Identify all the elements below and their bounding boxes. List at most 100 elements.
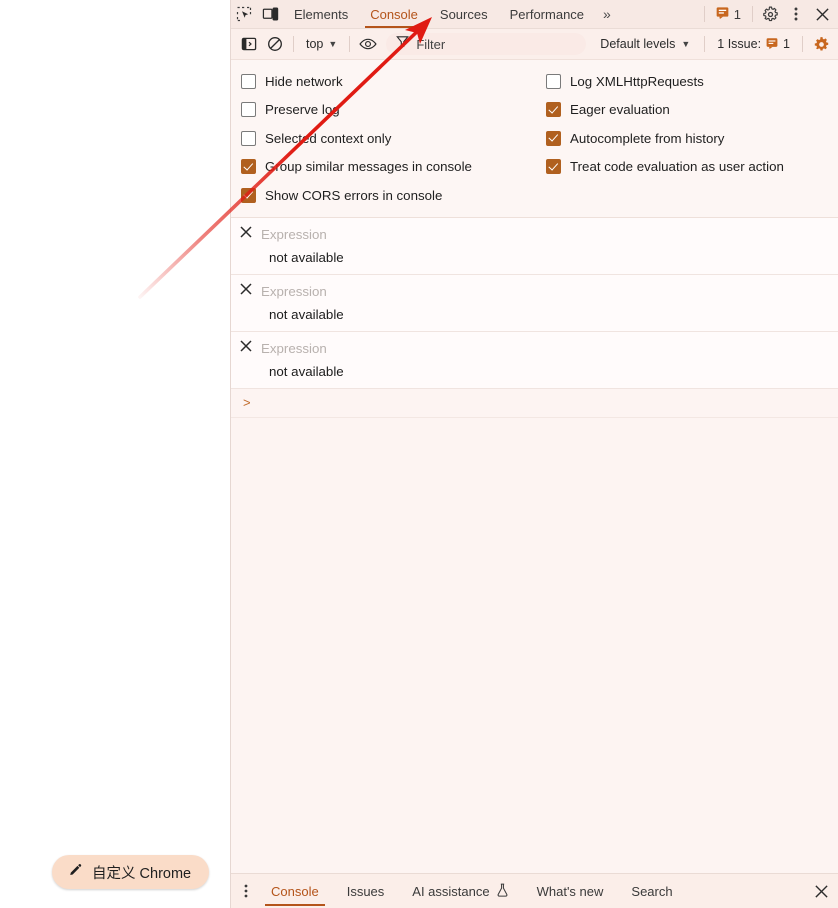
devtools-panel: Elements Console Sources Performance » 1… [230,0,838,908]
console-message-header: Expression [239,226,831,244]
execution-context-label: top [306,37,324,51]
console-message-row[interactable]: Expression not available [231,274,838,332]
drawer-tab-search-label: Search [631,883,673,899]
checkbox-icon[interactable] [546,102,561,118]
live-expression-value: not available [269,306,344,322]
setting-show-cors-errors[interactable]: Show CORS errors in console [231,181,536,210]
tab-console-label: Console [370,6,418,22]
drawer-tab-whats-new[interactable]: What's new [523,874,618,908]
setting-label: Show CORS errors in console [265,187,443,203]
drawer-tab-issues[interactable]: Issues [333,874,399,908]
tab-console[interactable]: Console [359,0,429,28]
close-x-icon[interactable] [239,225,253,244]
live-expression-title: Expression [261,284,327,299]
console-message-row[interactable]: Expression not available [231,331,838,389]
web-page-area: 自定义 Chrome [0,0,230,908]
more-tabs-label: » [603,6,611,22]
execution-context-dropdown[interactable]: top ▼ [300,33,343,55]
drawer-tab-console[interactable]: Console [257,874,333,908]
console-message-header: Expression [239,340,831,358]
filterbar-divider-2 [349,36,351,52]
issues-badge-icon [766,37,778,52]
checkbox-icon[interactable] [546,73,561,89]
setting-label: Hide network [265,73,343,89]
live-expression-title: Expression [261,227,327,242]
tab-performance-label: Performance [509,6,585,22]
close-icon[interactable] [807,874,835,908]
tab-elements[interactable]: Elements [283,0,359,28]
issues-link[interactable]: 1 Issue: 1 [711,37,796,52]
checkbox-icon[interactable] [546,159,561,175]
drawer-tab-ai-assistance[interactable]: AI assistance [398,874,522,908]
tabstrip-divider-2 [752,6,753,22]
filter-input[interactable]: Filter [386,33,587,55]
console-settings-gear-icon[interactable] [809,32,833,56]
chevron-down-icon: ▼ [328,38,338,49]
setting-label: Selected context only [265,130,392,146]
checkbox-icon[interactable] [241,130,256,146]
issues-badge-count: 1 [733,6,741,22]
kebab-menu-icon[interactable] [783,1,809,27]
setting-empty-slot [536,181,838,210]
tab-sources[interactable]: Sources [429,0,499,28]
issues-link-label: 1 Issue: [717,37,762,51]
setting-label: Group similar messages in console [265,159,472,175]
close-x-icon[interactable] [239,339,253,358]
filterbar-divider-1 [293,36,294,52]
clear-console-icon[interactable] [263,32,287,56]
setting-label: Autocomplete from history [570,130,725,146]
setting-selected-context-only[interactable]: Selected context only [231,124,536,153]
drawer-tab-issues-label: Issues [346,883,385,899]
console-message-list[interactable]: Expression not available Expression not … [231,217,838,873]
tab-elements-label: Elements [294,6,349,22]
console-settings-panel: Hide network Preserve log Selected conte… [231,60,838,218]
setting-label: Eager evaluation [570,102,670,118]
setting-autocomplete-from-history[interactable]: Autocomplete from history [536,124,838,153]
devtools-tabstrip: Elements Console Sources Performance » 1 [231,0,838,29]
setting-treat-code-evaluation-as-user-action[interactable]: Treat code evaluation as user action [536,153,838,182]
setting-preserve-log[interactable]: Preserve log [231,96,536,125]
console-prompt[interactable]: > [231,388,838,418]
live-expression-value: not available [269,249,344,265]
devtools-drawer-tabstrip: Console Issues AI assistance What's new … [231,873,838,908]
log-levels-dropdown[interactable]: Default levels ▼ [592,33,698,55]
setting-hide-network[interactable]: Hide network [231,67,536,96]
setting-label: Preserve log [265,102,340,118]
tabstrip-divider [703,6,705,22]
console-filter-toolbar: top ▼ Filter Default levels ▼ 1 Issue: 1 [231,29,838,60]
setting-eager-evaluation[interactable]: Eager evaluation [536,96,838,125]
issues-badge[interactable]: 1 [709,0,748,28]
customize-chrome-button[interactable]: 自定义 Chrome [52,855,210,889]
issues-link-count: 1 [783,37,790,51]
device-toolbar-icon[interactable] [257,1,283,27]
flask-icon [496,883,509,900]
console-message-row[interactable]: Expression not available [231,217,838,275]
more-tabs-button[interactable]: » [595,0,619,28]
drawer-more-icon[interactable] [235,874,257,908]
drawer-tab-search[interactable]: Search [617,874,686,908]
chevron-down-icon: ▼ [681,38,691,49]
live-expression-value: not available [269,363,344,379]
checkbox-icon[interactable] [241,187,256,203]
gear-icon[interactable] [757,1,783,27]
drawer-tab-ai-assistance-label: AI assistance [412,883,490,899]
filter-input-placeholder: Filter [416,36,446,52]
checkbox-icon[interactable] [241,73,256,89]
checkbox-icon[interactable] [546,130,561,146]
drawer-tab-whats-new-label: What's new [536,883,604,899]
inspect-element-icon[interactable] [231,1,257,27]
setting-group-similar-messages[interactable]: Group similar messages in console [231,153,536,182]
tab-performance[interactable]: Performance [499,0,595,28]
devtools-screenshot: 自定义 Chrome Elements Console Sources Perf… [0,0,838,908]
live-expression-eye-icon[interactable] [356,32,380,56]
filter-funnel-icon [396,35,410,53]
close-icon[interactable] [809,1,835,27]
checkbox-icon[interactable] [241,102,256,118]
checkbox-icon[interactable] [241,159,256,175]
setting-log-xmlhttprequests[interactable]: Log XMLHttpRequests [536,67,838,96]
close-x-icon[interactable] [239,282,253,301]
console-sidebar-icon[interactable] [237,32,261,56]
issues-badge-icon [716,6,729,22]
console-empty-space[interactable] [231,417,838,873]
live-expression-title: Expression [261,341,327,356]
